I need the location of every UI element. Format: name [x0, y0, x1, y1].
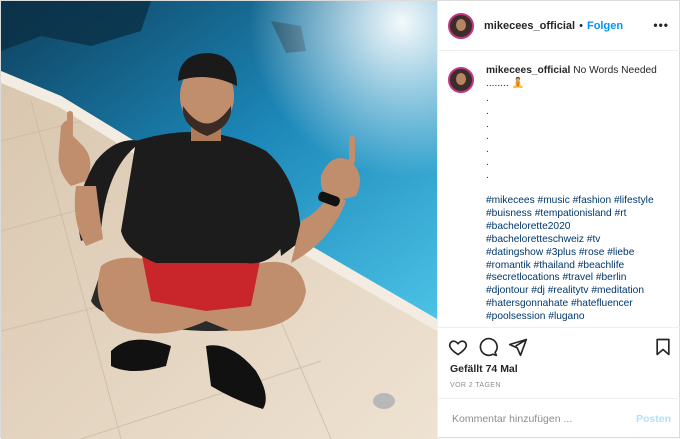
- caption-dot-line: .: [486, 157, 489, 169]
- post-side-panel: mikecees_official • Folgen ••• mikecees_…: [437, 1, 680, 439]
- caption-dot-line: .: [486, 144, 489, 156]
- comment-input[interactable]: [450, 412, 636, 426]
- heart-icon[interactable]: [448, 337, 468, 357]
- post-comment-button[interactable]: Posten: [636, 413, 671, 425]
- user-avatar[interactable]: [448, 12, 474, 39]
- follow-button[interactable]: Folgen: [587, 20, 623, 32]
- more-horizontal-icon[interactable]: •••: [653, 18, 669, 32]
- caption-text: No Words Needed: [573, 65, 657, 76]
- share-icon[interactable]: [508, 337, 528, 357]
- photo-illustration: [1, 1, 437, 439]
- caption-ellipsis: ........: [486, 77, 509, 89]
- header-separator: •: [579, 19, 583, 32]
- caption-avatar[interactable]: [448, 67, 474, 93]
- post-photo[interactable]: [1, 1, 437, 439]
- post-header: mikecees_official • Folgen •••: [438, 1, 680, 51]
- likes-count[interactable]: Gefällt 74 Mal: [450, 363, 518, 375]
- caption-dot-line: .: [486, 131, 489, 143]
- caption-username[interactable]: mikecees_official: [486, 65, 570, 76]
- caption-dot-line: .: [486, 105, 489, 117]
- caption-dot-line: .: [486, 118, 489, 130]
- caption-dot-lines: . . . . . . .: [486, 93, 658, 183]
- caption-body: mikecees_official No Words Needed ......…: [486, 65, 658, 324]
- header-username[interactable]: mikecees_official: [484, 20, 575, 32]
- instagram-post: mikecees_official • Folgen ••• mikecees_…: [0, 0, 680, 439]
- comment-icon[interactable]: [478, 337, 498, 357]
- caption-hashtags[interactable]: #mikecees #music #fashion #lifestyle #bu…: [486, 195, 658, 324]
- caption-dot-line: .: [486, 170, 489, 182]
- caption-dot-line: .: [486, 92, 489, 104]
- post-timestamp[interactable]: VOR 2 TAGEN: [450, 382, 501, 389]
- comment-bar: Posten: [438, 398, 680, 439]
- meditation-emoji: 🧘: [511, 77, 525, 89]
- caption-section: mikecees_official No Words Needed ......…: [438, 51, 680, 327]
- bookmark-icon[interactable]: [653, 337, 673, 357]
